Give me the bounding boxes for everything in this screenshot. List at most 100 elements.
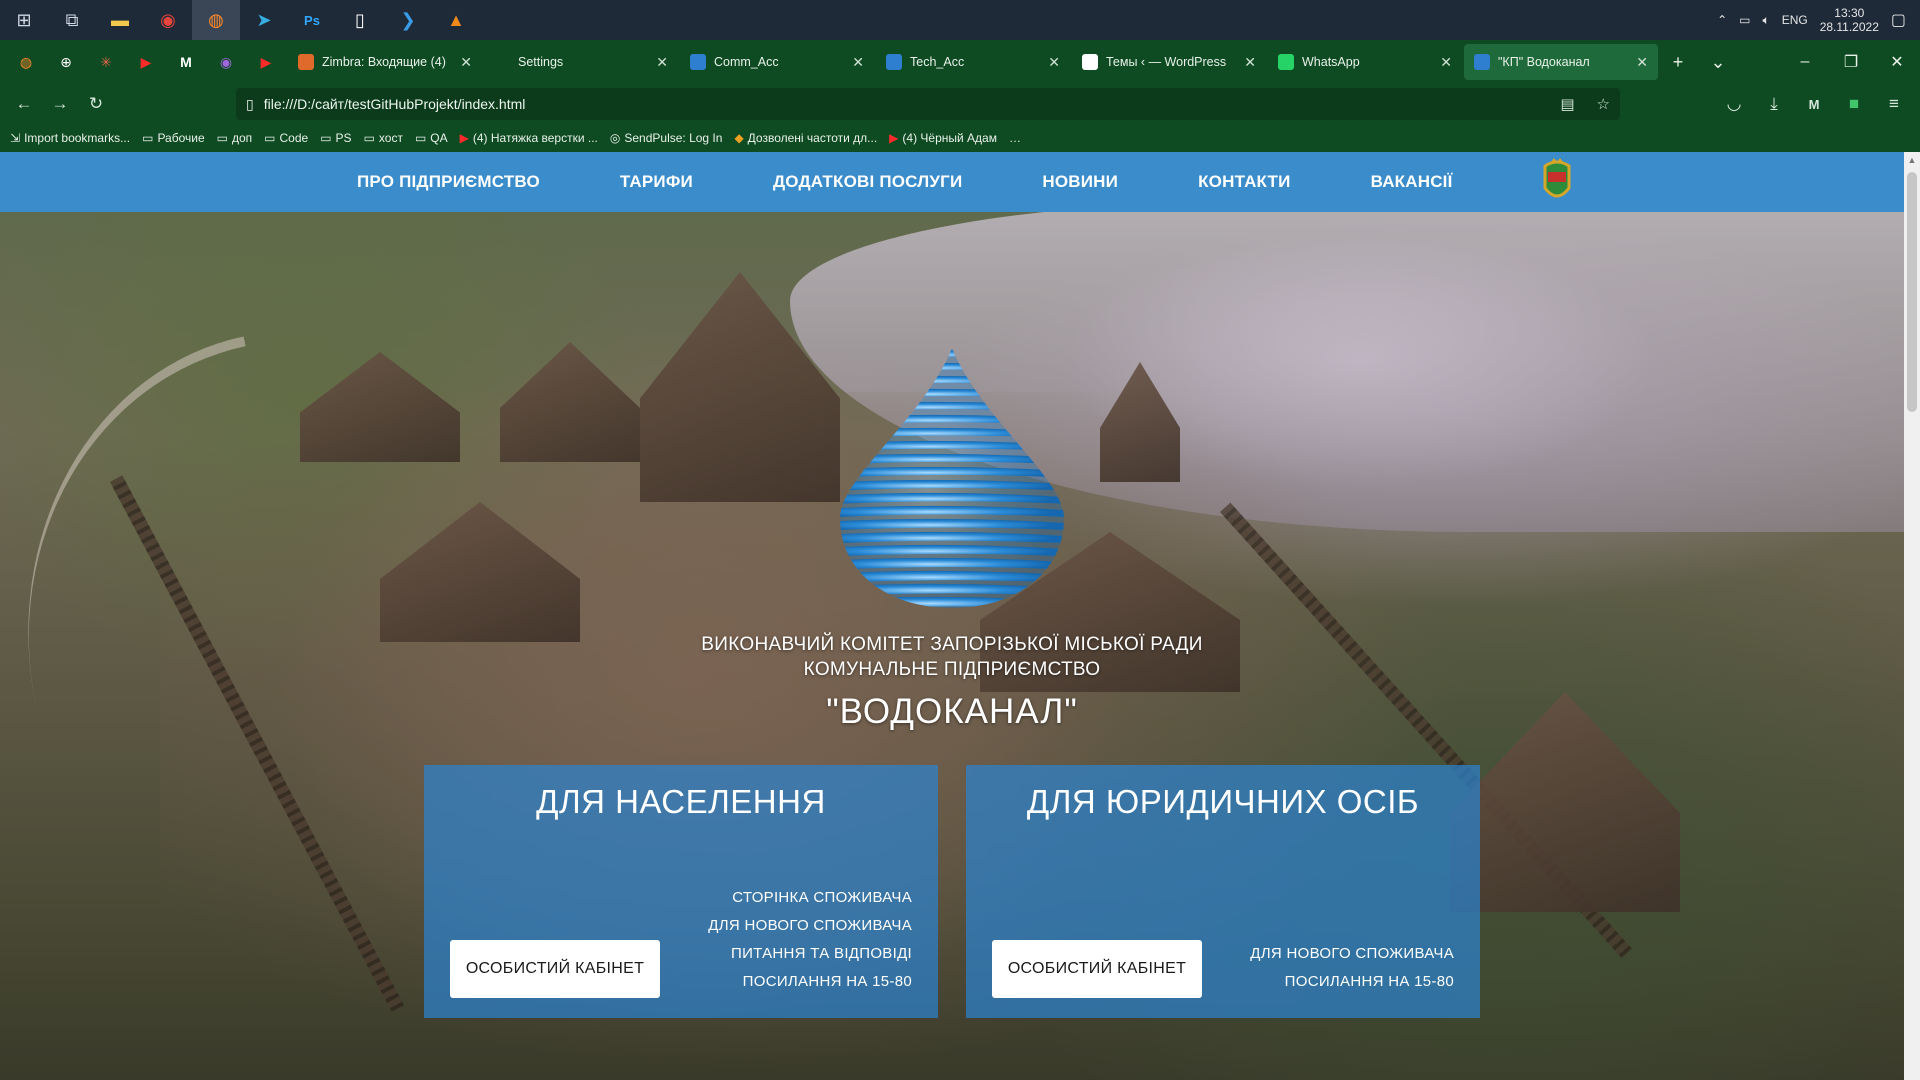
reader-view-icon[interactable]: ▤ [1560,95,1574,113]
card-link[interactable]: ПОСИЛАННЯ НА 15-80 [1250,968,1454,996]
tab-close-icon[interactable]: ✕ [1440,54,1452,71]
tab-list-chevron-icon[interactable]: ⌄ [1698,40,1738,84]
nav-link[interactable]: ДОДАТКОВІ ПОСЛУГИ [773,172,962,192]
tab-close-icon[interactable]: ✕ [656,54,668,71]
card-link[interactable]: ПОСИЛАННЯ НА 15-80 [708,968,912,996]
bookmark-item[interactable]: ▶ (4) Чёрный Адам [889,131,997,145]
volume-icon[interactable]: 🔈︎ [1762,13,1769,28]
network-icon[interactable]: ▭ [1739,13,1750,27]
bookmark-item[interactable]: ▭ QA [415,131,448,145]
bookmark-label: SendPulse: Log In [624,131,723,145]
bookmark-icon: ▭ [414,131,427,145]
new-tab-plus-icon[interactable]: + [1658,40,1698,84]
url-text[interactable]: file:///D:/сайт/testGitHubProjekt/index.… [264,96,1539,112]
bookmark-item[interactable]: ▭ Code [264,131,308,145]
hamburger-menu-icon[interactable]: ≡ [1878,88,1910,120]
close-window-icon[interactable]: ✕ [1874,40,1920,84]
bookmark-icon: ▭ [142,131,154,145]
clock[interactable]: 13:30 28.11.2022 [1820,6,1879,34]
notepad-icon[interactable]: ▯ [336,0,384,40]
tab-label: WhatsApp [1302,55,1360,69]
bookmark-star-icon[interactable]: ☆ [1597,95,1610,113]
city-coat-of-arms-icon[interactable] [1537,158,1577,206]
page-scrollbar[interactable]: ▲ [1904,152,1920,1080]
minimize-icon[interactable]: – [1782,40,1828,84]
card-residents: ДЛЯ НАСЕЛЕННЯ ОСОБИСТИЙ КАБІНЕТ СТОРІНКА… [424,765,938,1018]
bookmark-item[interactable]: ▭ Рабочие [142,131,205,145]
card-link[interactable]: ПИТАННЯ ТА ВІДПОВІДІ [708,940,912,968]
firefox-menu-icon[interactable]: ◍ [6,40,46,84]
bookmark-icon: ▭ [363,131,375,145]
task-view-icon[interactable]: ⧉ [48,0,96,40]
photoshop-icon[interactable]: Ps [288,0,336,40]
account-avatar-icon[interactable]: M [1798,88,1830,120]
personal-cabinet-button[interactable]: ОСОБИСТИЙ КАБІНЕТ [450,940,660,998]
chevron-up-icon[interactable]: ⌃ [1717,13,1727,27]
file-explorer-icon[interactable]: ▬ [96,0,144,40]
card-link[interactable]: СТОРІНКА СПОЖИВАЧА [708,884,912,912]
url-bar[interactable]: ▯ file:///D:/сайт/testGitHubProjekt/inde… [236,88,1620,120]
tabs-container: Zimbra: Входящие (4) ✕ Settings ✕ Comm_Acc ✕ T… [286,44,1658,80]
firefox-icon[interactable]: ◍ [192,0,240,40]
bookmark-item[interactable]: ▭ PS [320,131,351,145]
notifications-icon[interactable]: ▢ [1891,10,1906,30]
card-link[interactable]: ДЛЯ НОВОГО СПОЖИВАЧА [708,912,912,940]
tab-close-icon[interactable]: ✕ [1048,54,1060,71]
personal-cabinet-button[interactable]: ОСОБИСТИЙ КАБІНЕТ [992,940,1202,998]
clock-time: 13:30 [1834,6,1865,20]
vlc-icon[interactable]: ▲ [432,0,480,40]
nav-link[interactable]: НОВИНИ [1042,172,1118,192]
bookmark-item[interactable]: ◆ Дозволені частоти дл... [734,131,877,145]
pinned-tab-medium-icon[interactable]: M [166,40,206,84]
bookmarks-overflow-icon[interactable]: … [1009,131,1021,145]
browser-tab[interactable]: Tech_Acc ✕ [876,44,1070,80]
card-link[interactable]: ДЛЯ НОВОГО СПОЖИВАЧА [1250,940,1454,968]
tab-favicon-icon [1474,54,1490,70]
vscode-icon[interactable]: ❯ [384,0,432,40]
pinned-tab-tor-icon[interactable]: ◉ [206,40,246,84]
language-indicator[interactable]: ENG [1782,13,1808,27]
organization-title: ВИКОНАВЧИЙ КОМІТЕТ ЗАПОРІЗЬКОЇ МІСЬКОЇ Р… [0,632,1904,736]
restore-icon[interactable]: ❐ [1828,40,1874,84]
pinned-tab-youtube-icon-2[interactable]: ▶ [246,40,286,84]
chrome-icon[interactable]: ◉ [144,0,192,40]
pinned-tab-asterisk-icon[interactable]: ✳ [86,40,126,84]
nav-link[interactable]: КОНТАКТИ [1198,172,1290,192]
back-arrow-icon[interactable]: ← [8,88,40,120]
pinned-tab-globe-icon[interactable]: ⊕ [46,40,86,84]
tab-close-icon[interactable]: ✕ [852,54,864,71]
browser-tab[interactable]: Zimbra: Входящие (4) ✕ [288,44,482,80]
tab-favicon-icon [1278,54,1294,70]
bookmark-item[interactable]: ▶ (4) Натяжка верстки ... [460,131,598,145]
forward-arrow-icon[interactable]: → [44,88,76,120]
org-line-enterprise: КОМУНАЛЬНЕ ПІДПРИЄМСТВО [803,659,1101,680]
bookmark-item[interactable]: ⇲ Import bookmarks... [10,131,130,145]
extension-icon[interactable]: ■ [1838,88,1870,120]
browser-tab[interactable]: Settings ✕ [484,44,678,80]
bookmark-item[interactable]: ▭ доп [217,131,253,145]
bookmark-item[interactable]: ▭ хост [364,131,403,145]
pinned-tab-youtube-icon[interactable]: ▶ [126,40,166,84]
reload-icon[interactable]: ↻ [80,88,112,120]
bookmark-label: Import bookmarks... [24,131,131,145]
pocket-icon[interactable]: ◡ [1718,88,1750,120]
nav-link[interactable]: ПРО ПІДПРИЄМСТВО [357,172,540,192]
browser-tab[interactable]: "КП" Водоканал ✕ [1464,44,1658,80]
windows-start-icon[interactable]: ⊞ [0,0,48,40]
tab-close-icon[interactable]: ✕ [1244,54,1256,71]
main-navigation: ПРО ПІДПРИЄМСТВО ТАРИФИ ДОДАТКОВІ ПОСЛУГИ Н… [357,172,1453,192]
telegram-icon[interactable]: ➤ [240,0,288,40]
bookmark-label: (4) Натяжка верстки ... [472,131,598,145]
browser-tab[interactable]: WhatsApp ✕ [1268,44,1462,80]
scroll-up-arrow-icon[interactable]: ▲ [1904,152,1920,168]
browser-tab[interactable]: Comm_Acc ✕ [680,44,874,80]
browser-tab[interactable]: Темы ‹ — WordPress ✕ [1072,44,1266,80]
scroll-thumb[interactable] [1907,172,1917,412]
bookmark-icon: ▶ [459,131,469,145]
downloads-icon[interactable]: ⤓ [1758,88,1790,120]
tab-close-icon[interactable]: ✕ [460,54,472,71]
tab-close-icon[interactable]: ✕ [1636,54,1648,71]
nav-link[interactable]: ВАКАНСІЇ [1371,172,1453,192]
nav-link[interactable]: ТАРИФИ [620,172,693,192]
bookmark-item[interactable]: ◎ SendPulse: Log In [610,131,723,145]
